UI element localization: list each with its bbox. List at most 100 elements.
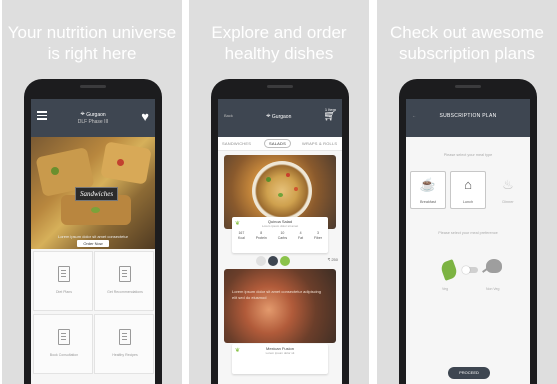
location-sub: DLF Phase III [77,119,109,125]
quantity-stepper [256,256,304,266]
heart-icon[interactable]: ♥ [141,110,149,123]
brand-badge: Sandwiches [75,187,119,201]
phone-speaker [455,85,481,88]
veggie-dot [117,159,124,166]
nutrition-item: 8 Protein [255,231,267,240]
nutrition-item: 167 Kcal [238,231,245,240]
veggie-dot [266,177,271,182]
caption-line-1: Your nutrition universe [7,23,177,42]
phone-frame: Back ⌖ Gurgaon 1 Item 🛒︎ SANDWICHES SALA… [211,79,349,384]
phone-screen: ⌖ Gurgaon DLF Phase III ♥ Sandwiches Lor… [31,99,155,384]
veggie-dot [91,207,100,213]
preference-prompt: Please select your meal preference [438,231,498,235]
tile-label: Get Recommendations [107,290,143,294]
document-icon [119,329,131,345]
dish-image[interactable]: Lorem ipsum dolor sit amet consectetur a… [224,269,336,343]
veg-leaf-icon[interactable] [439,259,459,281]
dish-overlay-text: Lorem ipsum dolor sit amet consectetur a… [232,289,321,300]
meal-breakfast[interactable]: ☕ Breakfast [410,171,446,209]
cart-icon: 🛒︎ [323,111,336,122]
meal-dinner[interactable]: ♨ Dinner [490,171,526,209]
screen-title: SUBSCRIPTION PLAN [439,113,497,119]
proceed-button[interactable]: PROCEED [448,367,490,379]
tab-sandwiches[interactable]: SANDWICHES [222,141,251,146]
cloche-icon: ⌂ [464,177,472,192]
veggie-dot [51,167,59,175]
tile-diet-plans[interactable]: Diet Plans [33,251,93,311]
phone-speaker [80,85,106,88]
dish-card[interactable]: ❦ Mexican Fusion Lorem ipsum dolor sit [232,344,328,374]
location-name: Gurgaon [271,114,292,120]
phone-frame: ← SUBSCRIPTION PLAN Please select your m… [399,79,537,384]
dish-card[interactable]: ❦ Quinoa Salad Lorem ipsum dolor sit ame… [232,217,328,253]
location-selector[interactable]: ⌖ Gurgaon DLF Phase III [71,109,115,125]
caption-line-2: subscription plans [398,44,536,63]
caption-line-1: Explore and order [211,23,347,42]
phone-frame: ⌖ Gurgaon DLF Phase III ♥ Sandwiches Lor… [24,79,162,384]
document-icon [119,266,131,282]
nutrition-item: 3 Fiber [314,231,322,240]
meal-label: Breakfast [419,200,437,204]
tile-consultation[interactable]: Book Consultation [33,314,93,374]
increase-button[interactable] [280,256,290,266]
location-pin-icon: ⌖ [266,111,271,120]
tile-label: Book Consultation [49,353,79,357]
menu-icon[interactable] [37,111,47,120]
meal-label: Dinner [502,200,514,204]
panel-caption: Check out awesome subscription plans [377,22,557,64]
meal-lunch[interactable]: ⌂ Lunch [450,171,486,209]
phone-screen: Back ⌖ Gurgaon 1 Item 🛒︎ SANDWICHES SALA… [218,99,342,384]
category-tabs: SANDWICHES SALADS WRAPS & ROLLS [218,137,342,151]
dish-description: Lorem ipsum dolor sit amet [261,224,299,228]
sandwich-image [100,141,152,185]
cart-button[interactable]: 1 Item 🛒︎ [323,107,336,122]
hero-subtitle: Lorem ipsum dolor sit amet consectetur [57,234,129,239]
nutrition-row: 167 Kcal 8 Protein 10 Carbs 4 Fat 3 Fiber [238,231,322,241]
nutrition-item: 4 Fat [298,231,304,240]
tab-salads[interactable]: SALADS [264,139,291,148]
veggie-dot [294,187,298,191]
phone-speaker [267,85,293,88]
quantity-indicator [268,256,278,266]
promo-panel-1: Your nutrition universe is right here ⌖ … [2,0,182,384]
caption-line-2: is right here [47,44,137,63]
promo-panel-2: Explore and order healthy dishes Back ⌖ … [189,0,369,384]
caption-line-1: Check out awesome [389,23,545,42]
tile-label: Healthy Recipes [112,353,138,357]
preference-toggle[interactable] [462,266,478,274]
decrease-button[interactable] [256,256,266,266]
promo-panel-3: Check out awesome subscription plans ← S… [377,0,557,384]
document-icon [58,266,70,282]
pref-nonveg-label: Non Veg [486,287,500,291]
tile-recommendations[interactable]: Get Recommendations [94,251,154,311]
meal-label: Lunch [462,200,474,204]
veggie-dot [286,173,290,177]
tab-wraps[interactable]: WRAPS & ROLLS [302,141,337,146]
dinner-icon: ♨ [502,177,514,192]
caption-line-2: healthy dishes [224,44,334,63]
order-now-button[interactable]: Order Now [77,240,109,247]
phone-screen: ← SUBSCRIPTION PLAN Please select your m… [406,99,530,384]
location-name: Gurgaon [86,112,106,118]
hero-banner[interactable]: Sandwiches Lorem ipsum dolor sit amet co… [31,137,155,249]
panel-caption: Explore and order healthy dishes [189,22,369,64]
meal-type-prompt: Please select your meal type [443,153,493,157]
tile-recipes[interactable]: Healthy Recipes [94,314,154,374]
tile-label: Diet Plans [56,290,72,294]
app-bar: ⌖ Gurgaon DLF Phase III ♥ [31,99,155,137]
dish-price: ₹ 250 [327,257,338,262]
breakfast-icon: ☕ [419,177,437,192]
pref-veg-label: Veg [442,287,449,291]
dish-description: Lorem ipsum dolor sit [265,351,295,355]
nutrition-item: 10 Carbs [277,231,288,240]
document-icon [58,329,70,345]
app-bar: Back ⌖ Gurgaon 1 Item 🛒︎ [218,99,342,137]
app-bar: ← SUBSCRIPTION PLAN [406,99,530,137]
location-selector[interactable]: ⌖ Gurgaon [266,111,291,121]
drumstick-icon[interactable] [486,259,502,273]
location-pin-icon: ⌖ [80,109,85,118]
back-button[interactable]: Back [224,113,233,118]
veggie-dot [278,193,283,197]
panel-caption: Your nutrition universe is right here [2,22,182,64]
salad-bowl [252,161,312,221]
